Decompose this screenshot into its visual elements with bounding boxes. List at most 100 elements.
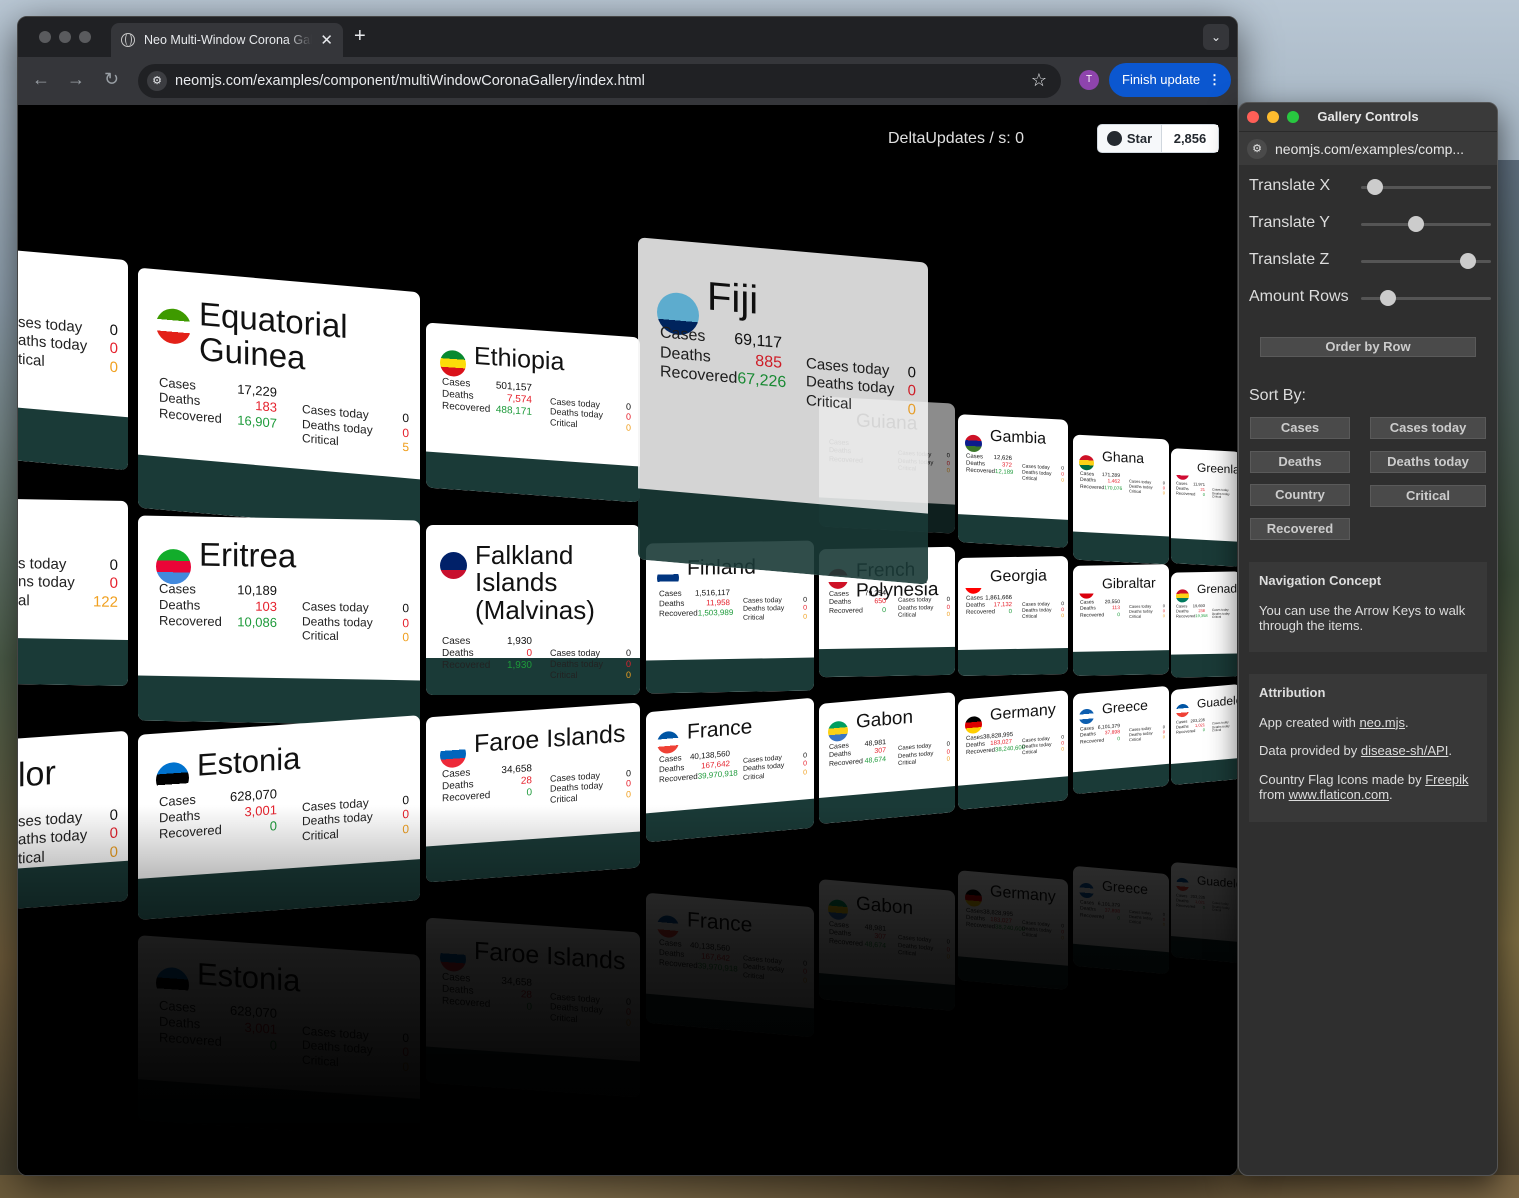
slider-thumb[interactable] (1408, 216, 1425, 232)
site-info-icon[interactable]: ⚙ (1247, 139, 1267, 159)
country-card-partial[interactable]: lor ses today 0 aths today 0 tical 0 (18, 730, 128, 910)
country-card[interactable]: Gabon Cases 48,981 Deaths 307 Recovered 48,674… (819, 692, 955, 824)
site-info-icon[interactable]: ⚙ (147, 71, 167, 91)
country-name: lor (18, 753, 56, 795)
close-tab-icon[interactable]: ✕ (320, 31, 333, 49)
country-card[interactable]: Gibraltar Cases 20,550 Deaths 113 Recovered 0 C… (1073, 564, 1169, 676)
disease-sh-link[interactable]: disease-sh/API (1361, 743, 1448, 758)
flag-icon (828, 898, 848, 921)
new-tab-button[interactable]: + (354, 25, 366, 48)
card-today: Cases today0Deaths today0Critical0 (1022, 920, 1064, 942)
stat-label: Critical (1212, 907, 1222, 913)
order-by-row-button[interactable]: Order by Row (1260, 337, 1476, 357)
country-card[interactable]: Falkland Islands (Malvinas) Cases 1,930 Dea… (426, 525, 640, 695)
slider-translate-y[interactable]: Translate Y (1249, 209, 1491, 239)
stat-label: Critical (550, 417, 578, 430)
address-bar[interactable]: ⚙ neomjs.com/examples/component/multiWin… (138, 64, 1061, 98)
sort-cases-button[interactable]: Cases (1250, 417, 1350, 439)
recovered-row: Recovered 10,086 (159, 613, 277, 631)
tab-title: Neo Multi-Window Corona Gallery (144, 33, 312, 47)
close-window-icon[interactable] (39, 31, 51, 43)
flaticon-link[interactable]: www.flaticon.com (1289, 787, 1389, 802)
stat-row: al 122 (18, 592, 118, 612)
url-text[interactable]: neomjs.com/examples/component/multiWindo… (175, 73, 645, 89)
profile-avatar[interactable]: T (1079, 70, 1099, 90)
sort-country-button[interactable]: Country (1250, 484, 1350, 506)
country-card[interactable]: Ethiopia Cases 501,157 Deaths 7,574 Recovered… (426, 322, 640, 503)
sort-recovered-button[interactable]: Recovered (1250, 518, 1350, 540)
country-card[interactable]: Faroe Islands Cases 34,658 Deaths 28 Recovere… (426, 702, 640, 883)
stat-value: 10,086 (237, 614, 277, 630)
country-card[interactable]: France Cases 40,138,560 Deaths 167,642 Recove… (646, 697, 814, 843)
slider-track[interactable] (1361, 223, 1491, 226)
card-footer (1073, 650, 1169, 676)
slider-amount-rows[interactable]: Amount Rows (1249, 283, 1491, 313)
sort-deaths-today-button[interactable]: Deaths today (1370, 451, 1486, 473)
flag-icon (1176, 703, 1189, 718)
country-card[interactable]: Gambia Cases 12,626 Deaths 372 Recovered 12,18… (958, 414, 1068, 548)
country-name: Ghana (1102, 448, 1145, 467)
country-card[interactable]: Grenada Cases 19,693 Deaths 238 Recovered 19,3… (1171, 571, 1237, 678)
stat-value: 12,189 (995, 469, 1014, 477)
neo-mjs-link[interactable]: neo.mjs (1359, 715, 1405, 730)
card-today: ses today 0 aths today 0 tical 0 (18, 807, 118, 869)
stat-label: Recovered (659, 608, 698, 618)
tab-corona-gallery[interactable]: Neo Multi-Window Corona Gallery ✕ (111, 23, 343, 57)
github-star-count[interactable]: 2,856 (1162, 125, 1218, 152)
card-totals: Cases 628,070 Deaths 3,001 Recovered 0 (159, 998, 277, 1054)
flag-icon (965, 715, 982, 735)
reload-button[interactable]: ↻ (104, 69, 119, 90)
controls-url-bar[interactable]: ⚙ neomjs.com/examples/comp... (1239, 131, 1497, 165)
stat-label: Recovered (659, 957, 698, 970)
card-today: Cases today0Deaths today0Critical0 (302, 1023, 409, 1074)
maximize-window-icon[interactable] (79, 31, 91, 43)
country-card[interactable]: Estonia Cases 628,070 Deaths 3,001 Recovered 0… (138, 715, 420, 920)
minimize-window-icon[interactable] (59, 31, 71, 43)
flag-icon (657, 914, 679, 939)
bookmark-star-icon[interactable]: ☆ (1031, 70, 1047, 91)
slider-translate-x[interactable]: Translate X (1249, 172, 1491, 202)
country-card[interactable]: Ghana Cases 171,289 Deaths 1,462 Recovered 170… (1073, 434, 1169, 565)
stat-label: Recovered (442, 660, 491, 672)
github-star-label-wrap[interactable]: Star (1098, 125, 1162, 152)
stat-value: 0 (1061, 477, 1064, 484)
card-footer (819, 786, 955, 824)
sort-cases-today-button[interactable]: Cases today (1370, 417, 1486, 439)
slider-thumb[interactable] (1367, 179, 1384, 195)
country-card-partial[interactable]: s today 0 ns today 0 al 122 (18, 498, 128, 687)
stat-label: Critical (1022, 613, 1038, 620)
cases-row: Cases 1,930 (442, 636, 532, 648)
more-menu-icon[interactable]: ⋮ (1208, 63, 1221, 97)
country-card[interactable]: Georgia Cases 1,861,666 Deaths 17,132 Recover… (958, 556, 1068, 676)
card-totals: Cases 20,550 Deaths 113 Recovered 0 (1080, 599, 1120, 618)
maximize-window-icon[interactable] (1287, 111, 1299, 123)
github-star-button[interactable]: Star 2,856 (1097, 124, 1219, 153)
country-card[interactable]: Eritrea Cases 10,189 Deaths 103 Recovered 10,0… (138, 515, 420, 726)
minimize-window-icon[interactable] (1267, 111, 1279, 123)
country-card[interactable]: Equatorial Guinea Cases 17,229 Deaths 183 Rec… (138, 267, 420, 533)
back-button[interactable]: ← (32, 69, 50, 90)
deaths-row: Deaths 0 (442, 648, 532, 660)
country-card[interactable]: Fiji Cases 69,117 Deaths 885 Recovered 67,226 C… (638, 237, 928, 585)
sort-critical-button[interactable]: Critical (1370, 485, 1486, 507)
slider-thumb[interactable] (1460, 253, 1477, 269)
freepik-link[interactable]: Freepik (1425, 772, 1468, 787)
sort-deaths-button[interactable]: Deaths (1250, 451, 1350, 473)
country-card-partial[interactable]: ses today 0 aths today 0 tical 0 (18, 249, 128, 471)
close-window-icon[interactable] (1247, 111, 1259, 123)
stat-label: Deaths today (550, 658, 604, 669)
stat-value: 0 (269, 1037, 277, 1053)
slider-translate-z[interactable]: Translate Z (1249, 246, 1491, 276)
stat-value: 10,189 (237, 582, 277, 599)
country-name: Germany (990, 882, 1056, 906)
country-card[interactable]: Germany Cases 38,828,995 Deaths 183,027 Recov… (958, 690, 1068, 810)
forward-button[interactable]: → (67, 69, 85, 90)
stat-value: 1,930 (506, 635, 532, 647)
country-card[interactable]: Guadeloupe Cases 203,235 Deaths 1,021 Recover… (1171, 683, 1237, 786)
country-card[interactable]: Greenland Cases 11,971 Deaths 21 Recovered 0 Ca… (1171, 448, 1237, 567)
finish-update-button[interactable]: Finish update ⋮ (1109, 63, 1231, 97)
slider-thumb[interactable] (1379, 290, 1396, 306)
country-card[interactable]: Greece Cases 6,101,379 Deaths 37,898 Recovere… (1073, 685, 1169, 795)
tab-search-button[interactable]: ⌄ (1203, 24, 1229, 50)
flag-icon (440, 349, 466, 378)
